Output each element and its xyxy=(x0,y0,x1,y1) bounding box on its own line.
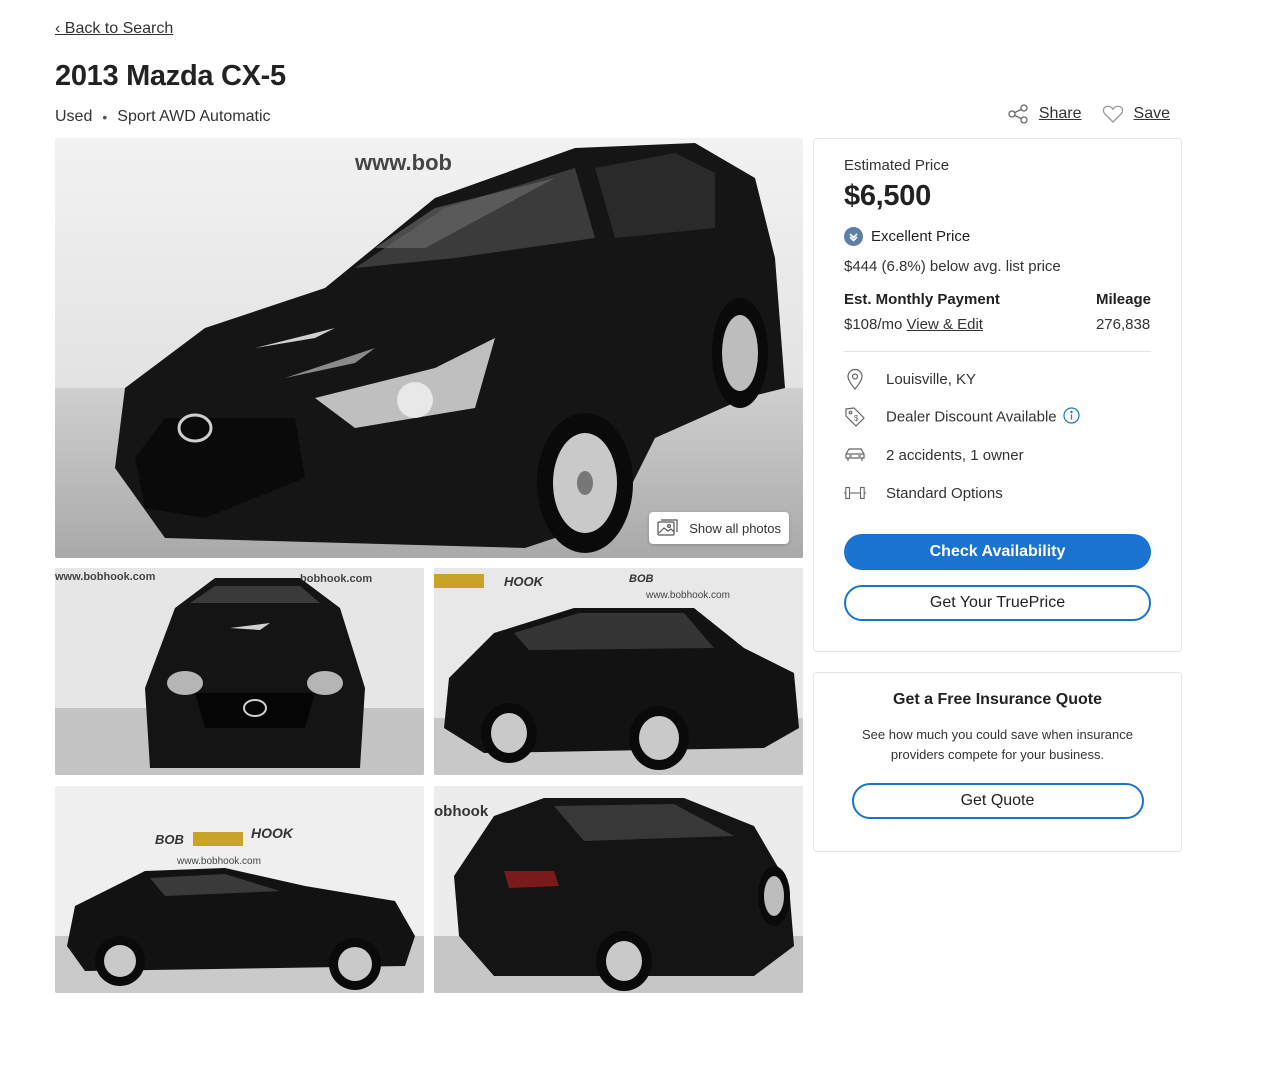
view-edit-link[interactable]: View & Edit xyxy=(907,316,983,333)
page-title: 2013 Mazda CX-5 xyxy=(55,60,286,92)
monthly-payment-label: Est. Monthly Payment xyxy=(844,291,1000,308)
thumbnail-side-photo[interactable]: BOB HOOK www.bobhook.com xyxy=(55,786,424,993)
price-value: $6,500 xyxy=(844,180,931,212)
watermark-text: www.bobhook.com xyxy=(55,571,156,583)
save-button[interactable]: Save xyxy=(1102,104,1170,124)
divider xyxy=(844,351,1151,352)
main-car-photo[interactable]: www.bob Show all photos xyxy=(55,138,803,558)
car-side-front-image: HOOK BOB www.bobhook.com xyxy=(434,568,803,775)
below-average-text: $444 (6.8%) below avg. list price xyxy=(844,258,1061,275)
show-all-photos-button[interactable]: Show all photos xyxy=(649,512,789,544)
check-availability-button[interactable]: Check Availability xyxy=(844,534,1151,570)
location-pin-icon xyxy=(844,368,866,390)
car-front-image: www.bobhook.com bobhook.com xyxy=(55,568,424,775)
watermark-text: bobhook.com xyxy=(300,573,372,585)
monthly-payment-value: $108/mo xyxy=(844,316,903,333)
heart-icon xyxy=(1102,104,1124,124)
feature-history-text: 2 accidents, 1 owner xyxy=(886,446,1024,464)
watermark-text: HOOK xyxy=(251,825,294,841)
listing-subtitle: Used • Sport AWD Automatic xyxy=(55,108,271,126)
chevron-down-badge-icon xyxy=(844,227,863,246)
thumbnail-side-front-photo[interactable]: HOOK BOB www.bobhook.com xyxy=(434,568,803,775)
watermark-text: BOB xyxy=(629,573,654,585)
insurance-description: See how much you could save when insuran… xyxy=(862,727,1133,762)
save-label: Save xyxy=(1133,105,1170,122)
mileage-label: Mileage xyxy=(1095,291,1151,308)
monthly-payment: Est. Monthly Payment $108/mo View & Edit xyxy=(844,291,1000,333)
show-all-photos-label: Show all photos xyxy=(689,520,781,536)
info-icon[interactable] xyxy=(1063,406,1080,428)
price-rating-label: Excellent Price xyxy=(871,228,971,245)
insurance-card: Get a Free Insurance Quote See how much … xyxy=(813,672,1182,852)
car-side-image: BOB HOOK www.bobhook.com xyxy=(55,786,424,993)
feature-history: 2 accidents, 1 owner xyxy=(844,436,1151,474)
watermark-text: obhook xyxy=(434,803,489,820)
estimated-price-label: Estimated Price xyxy=(844,157,950,174)
car-rear-image: obhook xyxy=(434,786,803,993)
watermark-text: www.bobhook.com xyxy=(645,590,730,601)
payment-mileage-row: Est. Monthly Payment $108/mo View & Edit… xyxy=(844,291,1151,333)
share-button[interactable]: Share xyxy=(1007,104,1082,124)
feature-location-text: Louisville, KY xyxy=(886,370,977,388)
trim-label: Sport AWD Automatic xyxy=(117,108,271,125)
watermark-text: BOB xyxy=(155,832,184,847)
feature-dealer-discount: $ Dealer Discount Available xyxy=(844,398,1151,436)
feature-options-text: Standard Options xyxy=(886,484,1003,502)
listing-actions: Share Save xyxy=(1007,104,1170,124)
price-card: Estimated Price $6,500 Excellent Price $… xyxy=(813,138,1182,652)
options-icon xyxy=(844,484,866,502)
car-front-three-quarter-image: www.bob xyxy=(55,138,803,558)
share-label: Share xyxy=(1038,105,1082,122)
price-tag-icon: $ xyxy=(844,406,866,428)
monthly-payment-value-row: $108/mo View & Edit xyxy=(844,316,1000,333)
watermark-text: HOOK xyxy=(504,574,545,589)
feature-options: Standard Options xyxy=(844,474,1151,512)
insurance-title: Get a Free Insurance Quote xyxy=(893,691,1102,708)
gallery-icon xyxy=(657,519,679,537)
share-icon xyxy=(1007,104,1029,124)
condition-label: Used xyxy=(55,108,93,125)
separator-dot: • xyxy=(102,109,108,125)
mileage: Mileage 276,838 xyxy=(1096,291,1151,333)
feature-dealer-discount-text[interactable]: Dealer Discount Available xyxy=(886,406,1080,428)
car-icon xyxy=(844,447,866,463)
get-quote-button[interactable]: Get Quote xyxy=(851,783,1144,819)
get-trueprice-button[interactable]: Get Your TruePrice xyxy=(844,585,1151,621)
back-to-search-link[interactable]: ‹ Back to Search xyxy=(55,20,173,38)
watermark-text: www.bob xyxy=(354,150,452,175)
svg-text:$: $ xyxy=(854,414,859,423)
feature-dealer-discount-label: Dealer Discount Available xyxy=(886,407,1057,425)
thumbnail-rear-photo[interactable]: obhook xyxy=(434,786,803,993)
feature-location: Louisville, KY xyxy=(844,360,1151,398)
watermark-text: www.bobhook.com xyxy=(176,856,261,867)
mileage-value: 276,838 xyxy=(1095,316,1151,333)
price-rating: Excellent Price xyxy=(844,227,1151,246)
thumbnail-front-photo[interactable]: www.bobhook.com bobhook.com xyxy=(55,568,424,775)
